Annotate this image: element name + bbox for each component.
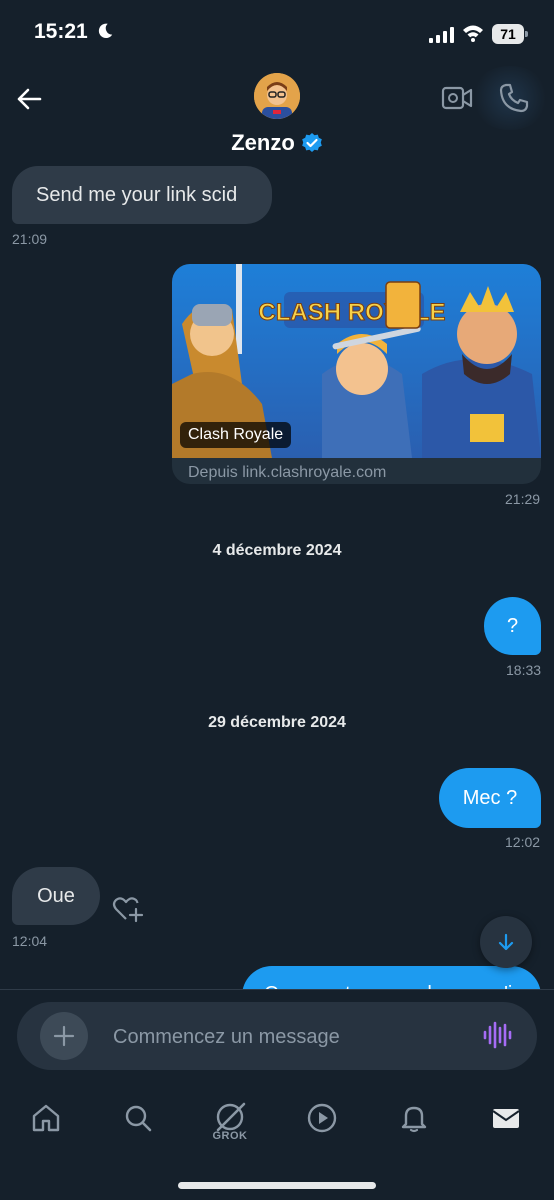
search-icon [125, 1105, 152, 1132]
moon-icon [98, 23, 113, 39]
tab-messages[interactable] [486, 1098, 526, 1138]
plus-icon [53, 1025, 75, 1047]
play-icon [307, 1103, 337, 1133]
voice-wave-icon[interactable] [482, 1020, 512, 1050]
home-icon [32, 1104, 60, 1132]
wifi-icon [463, 25, 483, 42]
battery-level: 71 [492, 24, 524, 44]
cellular-signal-icon [429, 27, 454, 43]
link-title: Clash Royale [180, 422, 292, 448]
message-text: ? [506, 614, 519, 637]
bell-icon [401, 1106, 427, 1133]
message-timestamp: 21:29 [505, 491, 541, 507]
scroll-to-bottom-button[interactable] [480, 916, 532, 968]
incoming-message-bubble[interactable]: Oue [12, 867, 100, 925]
date-divider: 4 décembre 2024 [212, 542, 342, 559]
outgoing-message-bubble[interactable]: ? [484, 597, 541, 655]
arrow-down-icon [498, 933, 514, 951]
grok-label: GROK [212, 1130, 248, 1142]
verified-badge-icon [301, 133, 322, 152]
message-timestamp: 18:33 [506, 662, 542, 678]
contact-avatar[interactable] [254, 73, 300, 119]
contact-name-row[interactable]: Zenzo [0, 130, 554, 156]
contact-name: Zenzo [231, 130, 295, 155]
message-timestamp: 21:09 [12, 231, 48, 247]
phone-icon[interactable] [498, 82, 530, 114]
outgoing-message-bubble[interactable]: Mec ? [439, 768, 541, 828]
tab-home[interactable] [26, 1098, 66, 1138]
tab-notifications[interactable] [394, 1098, 434, 1138]
video-call-icon[interactable] [440, 84, 474, 112]
mail-icon [492, 1109, 520, 1128]
message-text: Mec ? [462, 786, 518, 809]
tab-media[interactable] [302, 1098, 342, 1138]
message-text: Send me your link scid [36, 183, 238, 206]
message-timestamp: 12:02 [505, 834, 541, 850]
message-timestamp: 12:04 [12, 933, 48, 949]
date-divider: 29 décembre 2024 [208, 714, 346, 731]
message-text: Oue [37, 884, 75, 907]
link-preview-card[interactable]: CLASH ROYALE Clash Royale Depuis link.cl… [172, 264, 541, 484]
status-time: 15:21 [34, 20, 88, 43]
incoming-message-bubble[interactable]: Send me your link scid [12, 166, 272, 224]
add-reaction-heart-icon[interactable] [112, 895, 144, 923]
link-source: Depuis link.clashroyale.com [188, 464, 387, 481]
message-input[interactable] [111, 1023, 455, 1051]
battery-indicator: 71 [492, 24, 528, 44]
back-arrow-icon[interactable] [14, 84, 44, 114]
home-indicator [178, 1182, 376, 1189]
tab-search[interactable] [118, 1098, 158, 1138]
add-attachment-button[interactable] [40, 1012, 88, 1060]
